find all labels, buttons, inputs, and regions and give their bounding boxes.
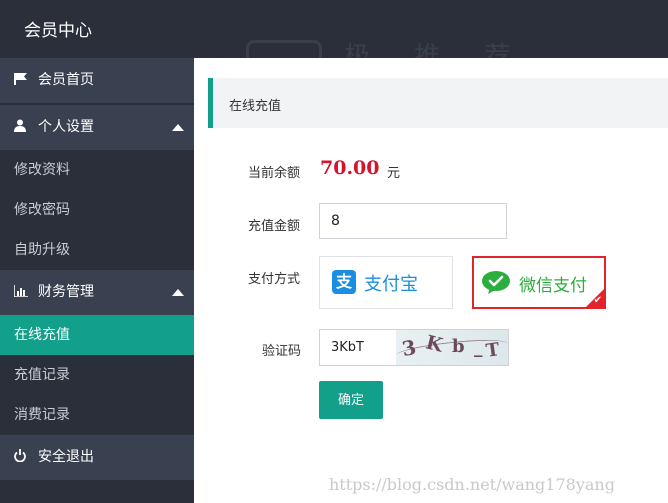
recharge-amount-input[interactable]: 8 xyxy=(319,203,507,239)
panel-title: 在线充值 xyxy=(229,99,282,114)
check-icon: ✔ xyxy=(593,295,602,306)
captcha-input[interactable]: 3KbT 3 K b _ T xyxy=(319,329,509,366)
amount-label: 充值金额 xyxy=(248,219,301,234)
sidebar-item-label: 安全退出 xyxy=(38,449,94,465)
captcha-input-value: 3KbT xyxy=(331,340,364,355)
bar-chart-icon xyxy=(13,270,28,315)
submit-button[interactable]: 确定 xyxy=(319,381,383,419)
captcha-label: 验证码 xyxy=(262,344,302,359)
wechat-icon xyxy=(482,271,510,294)
sidebar-group-label: 个人设置 xyxy=(38,119,94,135)
pay-method-label: 支付方式 xyxy=(248,272,301,287)
flag-icon xyxy=(14,58,28,103)
sidebar-item-online-recharge[interactable]: 在线充值 xyxy=(0,315,194,355)
balance-label: 当前余额 xyxy=(248,166,301,181)
sidebar-item-label: 会员首页 xyxy=(38,72,94,88)
pay-option-label: 微信支付 xyxy=(519,276,587,296)
sidebar-group-finance[interactable]: 财务管理 xyxy=(0,270,194,315)
caret-up-icon xyxy=(172,289,184,296)
top-bar: 会员中心 极 推 荐 xyxy=(0,0,668,72)
sidebar-group-label: 财务管理 xyxy=(38,284,94,300)
app-title: 会员中心 xyxy=(24,21,92,41)
alipay-icon: 支 xyxy=(332,270,356,294)
sidebar-item-spending-records[interactable]: 消费记录 xyxy=(0,395,194,435)
sidebar-group-personal[interactable]: 个人设置 xyxy=(0,105,194,150)
main-content: 在线充值 当前余额 70.00 元 充值金额 8 支付方式 支 支付宝 微信支付… xyxy=(194,58,668,503)
pay-option-wechat[interactable]: 微信支付 ✔ xyxy=(472,256,606,309)
sidebar-item-self-upgrade[interactable]: 自助升级 xyxy=(0,230,194,270)
sidebar: 会员首页 个人设置 修改资料 修改密码 自助升级 财务管理 在线充值 充值记录 … xyxy=(0,58,194,503)
power-icon xyxy=(14,435,26,480)
panel-header: 在线充值 xyxy=(208,78,668,128)
pay-option-label: 支付宝 xyxy=(364,274,418,295)
balance-unit: 元 xyxy=(387,166,401,181)
sidebar-item-edit-profile[interactable]: 修改资料 xyxy=(0,150,194,190)
user-icon xyxy=(14,105,26,150)
sidebar-item-logout[interactable]: 安全退出 xyxy=(0,435,194,480)
captcha-image[interactable]: 3 K b _ T xyxy=(396,330,508,365)
balance-value: 70.00 xyxy=(320,157,380,179)
pay-option-alipay[interactable]: 支 支付宝 xyxy=(319,256,453,309)
caret-up-icon xyxy=(172,124,184,131)
url-watermark: https://blog.csdn.net/wang178yang xyxy=(329,475,615,494)
sidebar-item-home[interactable]: 会员首页 xyxy=(0,58,194,103)
sidebar-item-change-password[interactable]: 修改密码 xyxy=(0,190,194,230)
sidebar-item-recharge-records[interactable]: 充值记录 xyxy=(0,355,194,395)
